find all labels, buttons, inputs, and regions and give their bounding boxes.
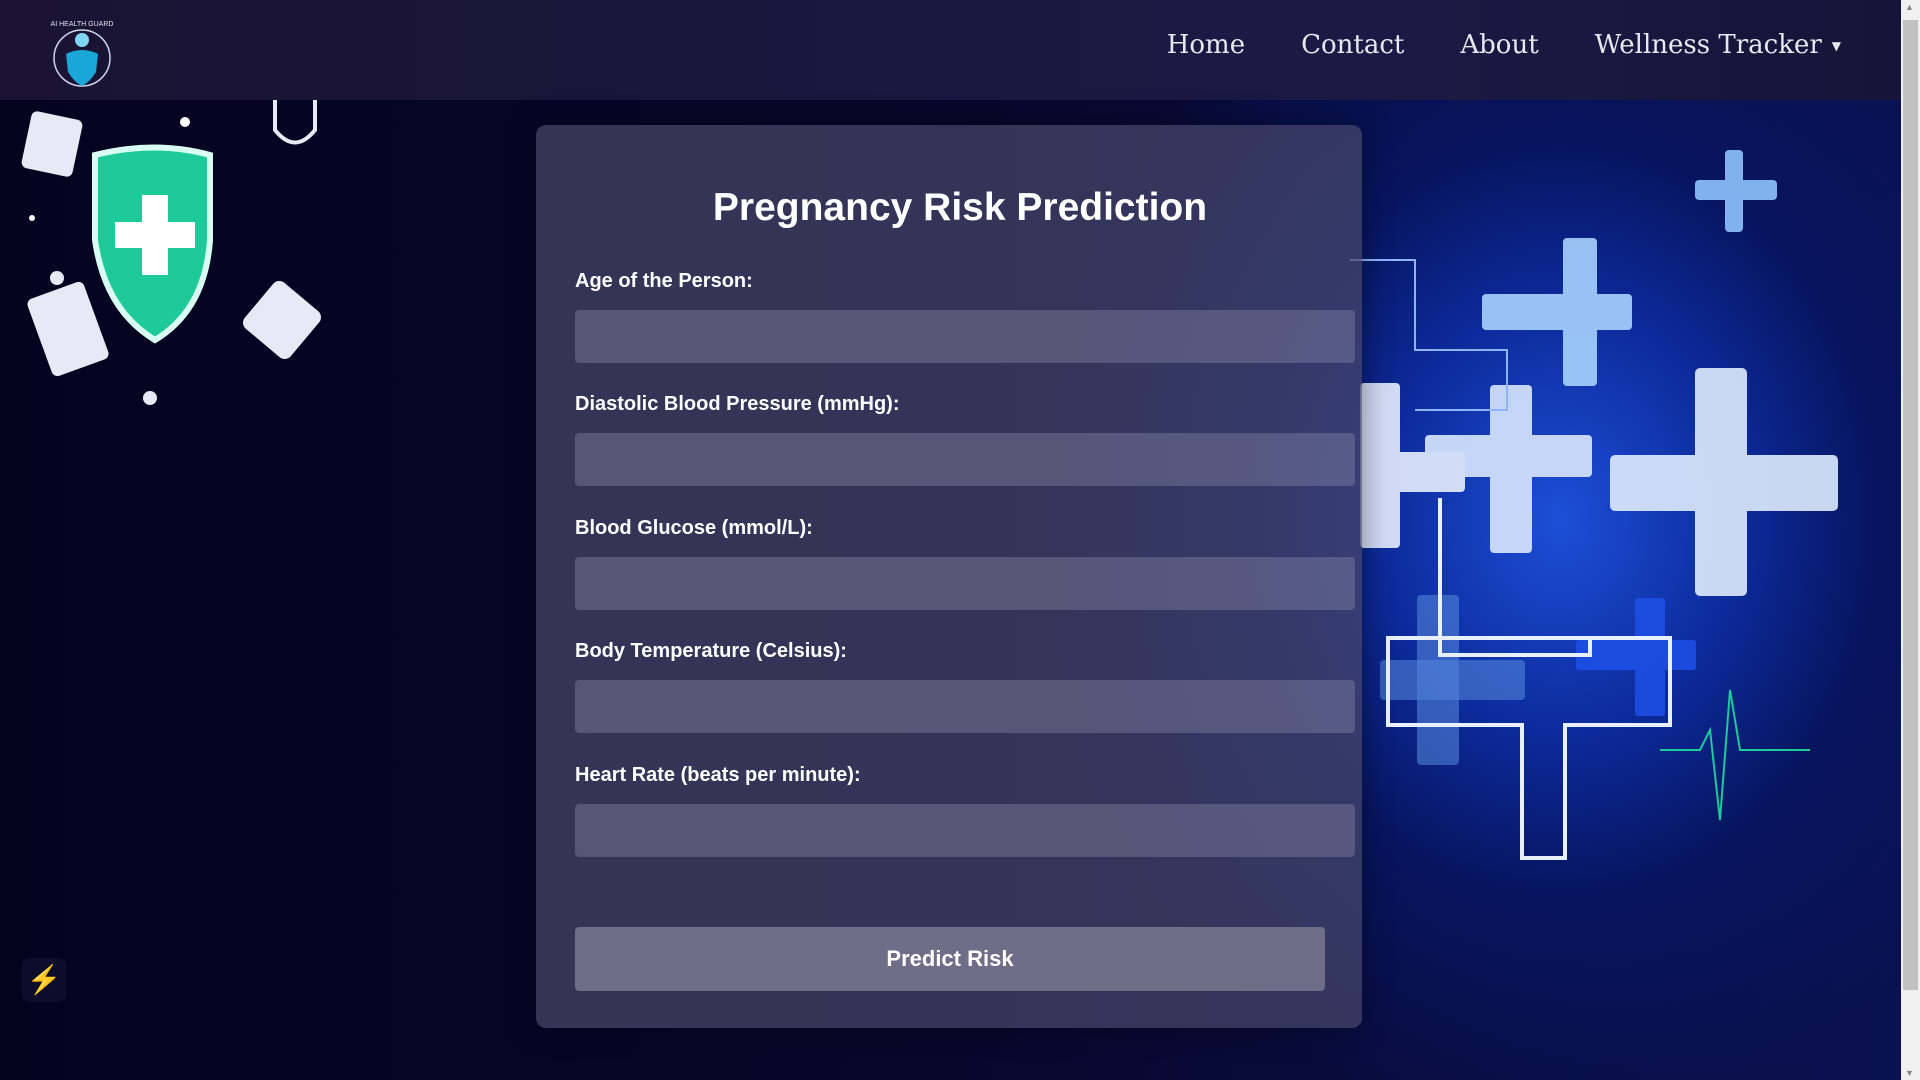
nav-home-link[interactable]: Home <box>1167 30 1245 60</box>
scroll-up-icon[interactable]: ▲ <box>1905 2 1914 12</box>
diastolic-bp-input[interactable] <box>575 433 1355 486</box>
predict-risk-button[interactable]: Predict Risk <box>575 927 1325 991</box>
svg-text:AI HEALTH GUARD: AI HEALTH GUARD <box>51 21 114 28</box>
medical-crosses-illustration <box>1350 150 1838 860</box>
navbar: AI HEALTH GUARD Home Contact About Welln… <box>0 0 1901 100</box>
health-shield-illustration <box>21 100 321 405</box>
page-title: Pregnancy Risk Prediction <box>712 186 1208 229</box>
ai-health-guard-logo[interactable]: AI HEALTH GUARD <box>44 16 120 92</box>
nav-wellness-tracker-dropdown[interactable]: Wellness Tracker ▼ <box>1595 30 1841 60</box>
diastolic-bp-label: Diastolic Blood Pressure (mmHg): <box>575 393 900 415</box>
nav-contact-link[interactable]: Contact <box>1301 30 1404 60</box>
lightning-widget-icon[interactable]: ⚡ <box>22 958 66 1002</box>
age-input[interactable] <box>575 310 1355 363</box>
heart-rate-label: Heart Rate (beats per minute): <box>575 764 861 786</box>
heart-rate-input[interactable] <box>575 804 1355 857</box>
pill-bottle-icon <box>21 111 83 177</box>
heart-rate-field: Heart Rate (beats per minute): <box>575 764 1355 857</box>
body-temperature-field: Body Temperature (Celsius): <box>575 640 1355 733</box>
stethoscope-icon <box>273 100 317 145</box>
clipboard-icon <box>27 281 109 377</box>
blood-glucose-label: Blood Glucose (mmol/L): <box>575 517 813 539</box>
scrollbar[interactable]: ▲ ▼ <box>1901 0 1920 1080</box>
wellness-tracker-label: Wellness Tracker <box>1594 30 1822 60</box>
caret-down-icon: ▼ <box>1831 39 1841 53</box>
scrollbar-thumb[interactable] <box>1903 20 1918 990</box>
age-field: Age of the Person: <box>575 270 1355 363</box>
blood-glucose-field: Blood Glucose (mmol/L): <box>575 517 1355 610</box>
diastolic-bp-field: Diastolic Blood Pressure (mmHg): <box>575 393 1355 486</box>
nav-about-link[interactable]: About <box>1460 30 1538 60</box>
first-aid-kit-icon <box>243 281 321 359</box>
age-label: Age of the Person: <box>575 270 753 292</box>
body-temperature-label: Body Temperature (Celsius): <box>575 640 847 662</box>
scroll-down-icon[interactable]: ▼ <box>1905 1068 1914 1078</box>
body-temperature-input[interactable] <box>575 680 1355 733</box>
blood-glucose-input[interactable] <box>575 557 1355 610</box>
